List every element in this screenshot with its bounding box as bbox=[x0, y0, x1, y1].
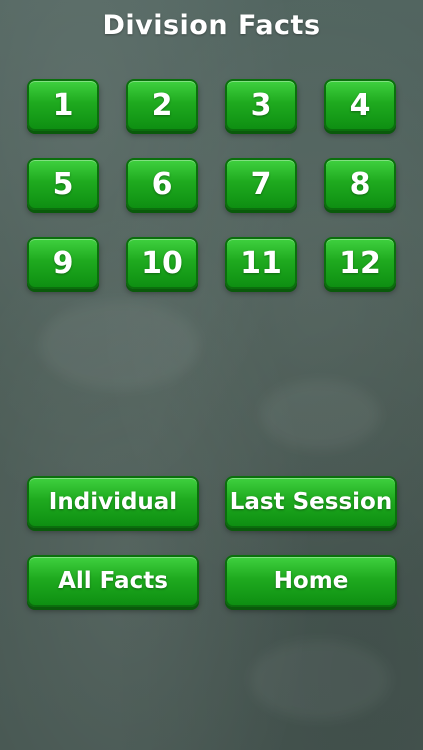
number-button-3[interactable]: 3 bbox=[225, 79, 297, 131]
chalk-smudge bbox=[40, 300, 200, 390]
all-facts-button[interactable]: All Facts bbox=[27, 555, 199, 607]
number-button-4[interactable]: 4 bbox=[324, 79, 396, 131]
page-title: Division Facts bbox=[102, 10, 321, 41]
number-button-7[interactable]: 7 bbox=[225, 158, 297, 210]
action-buttons: Individual Last Session All Facts Home bbox=[27, 476, 397, 607]
number-button-12[interactable]: 12 bbox=[324, 237, 396, 289]
number-button-10[interactable]: 10 bbox=[126, 237, 198, 289]
number-button-8[interactable]: 8 bbox=[324, 158, 396, 210]
last-session-button[interactable]: Last Session bbox=[225, 476, 397, 528]
number-button-6[interactable]: 6 bbox=[126, 158, 198, 210]
number-button-2[interactable]: 2 bbox=[126, 79, 198, 131]
home-button[interactable]: Home bbox=[225, 555, 397, 607]
number-button-1[interactable]: 1 bbox=[27, 79, 99, 131]
chalk-smudge bbox=[260, 380, 380, 450]
number-button-5[interactable]: 5 bbox=[27, 158, 99, 210]
chalk-smudge bbox=[250, 640, 390, 720]
individual-button[interactable]: Individual bbox=[27, 476, 199, 528]
number-button-11[interactable]: 11 bbox=[225, 237, 297, 289]
number-grid: 1 2 3 4 5 6 7 8 9 10 11 12 bbox=[27, 79, 397, 289]
number-button-9[interactable]: 9 bbox=[27, 237, 99, 289]
